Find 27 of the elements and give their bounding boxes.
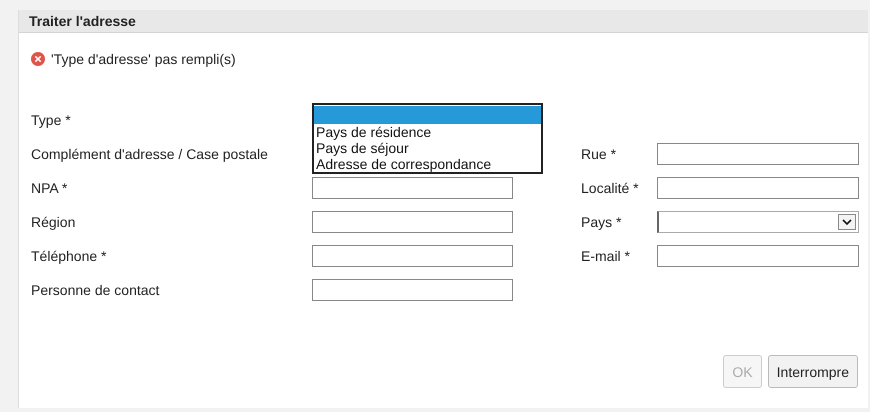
- caret-icon[interactable]: [838, 214, 856, 230]
- field-label: Région: [31, 214, 76, 230]
- dropdown-field[interactable]: [657, 211, 859, 233]
- error-icon: [31, 52, 45, 66]
- dropdown-option[interactable]: Pays de séjour: [314, 140, 541, 156]
- field-label: Type *: [31, 112, 71, 128]
- field-label: NPA *: [31, 180, 68, 196]
- field-label: E-mail *: [581, 248, 630, 264]
- input-field[interactable]: [312, 177, 513, 199]
- input-field[interactable]: [657, 177, 859, 199]
- field-label: Téléphone *: [31, 248, 107, 264]
- dialog-button[interactable]: Interrompre: [768, 355, 858, 388]
- field-label: Rue *: [581, 146, 616, 162]
- dropdown-option[interactable]: Pays de résidence: [314, 124, 541, 140]
- input-field[interactable]: [312, 211, 513, 233]
- input-field[interactable]: [657, 245, 859, 267]
- dropdown-list[interactable]: Pays de résidence Pays de séjour Adresse de correspondance: [312, 103, 543, 174]
- input-field[interactable]: [312, 245, 513, 267]
- field-label: Localité *: [581, 180, 639, 196]
- field-label: Pays *: [581, 214, 622, 230]
- field-label: Personne de contact: [31, 282, 160, 298]
- input-field[interactable]: [312, 279, 513, 301]
- error-message: 'Type d'adresse' pas rempli(s): [51, 51, 236, 67]
- field-label: Complément d'adresse / Case postale: [31, 146, 268, 162]
- dialog-title: Traiter l'adresse: [29, 13, 136, 29]
- dropdown-option[interactable]: Adresse de correspondance: [314, 156, 541, 172]
- input-field[interactable]: [657, 143, 859, 165]
